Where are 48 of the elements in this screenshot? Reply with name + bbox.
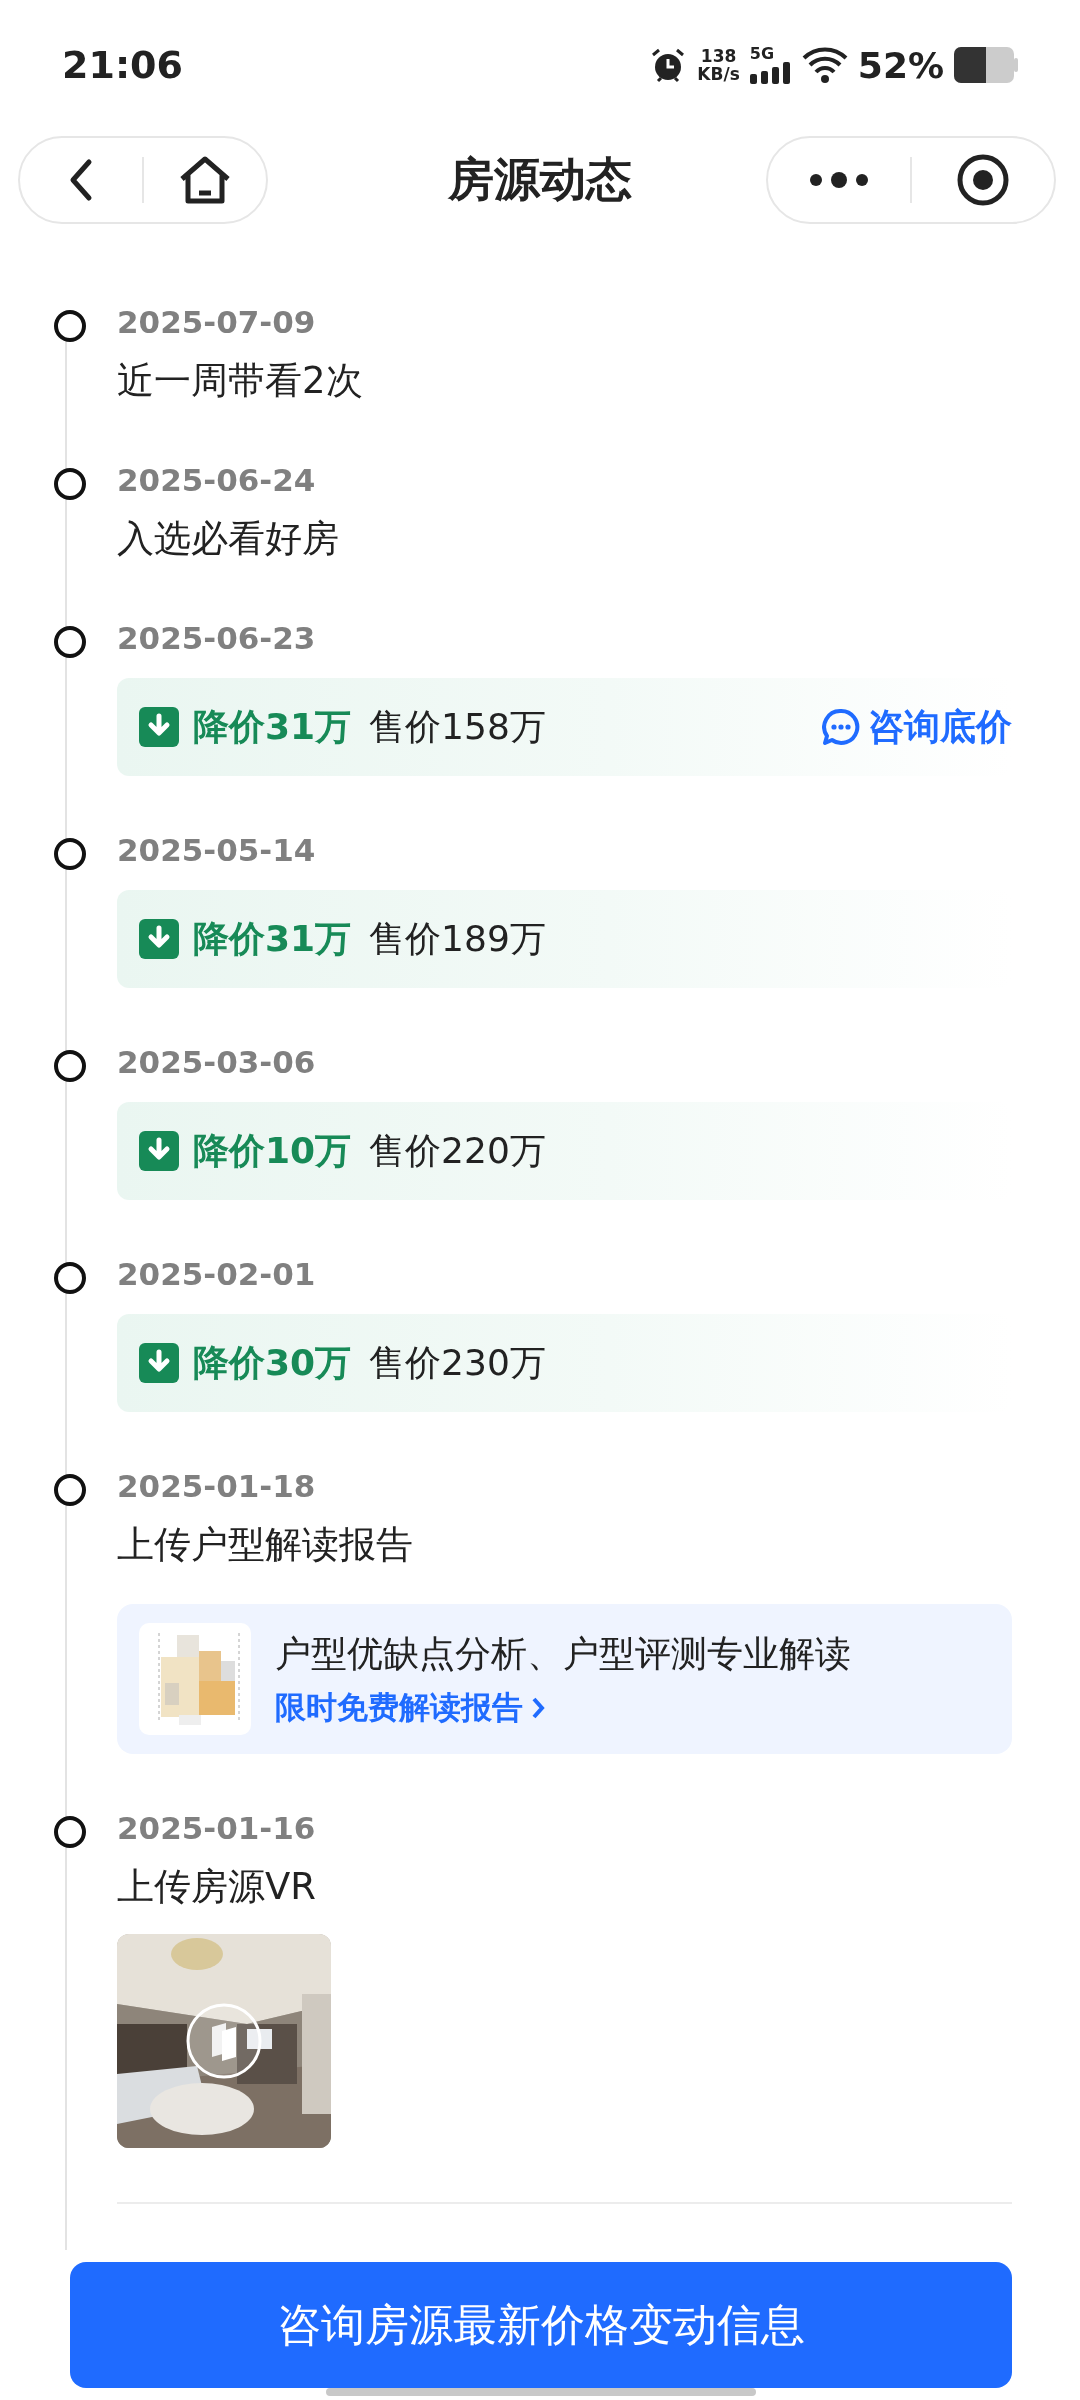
event-date: 2025-06-23 xyxy=(117,619,316,658)
consult-link[interactable]: 咨询底价 xyxy=(822,702,1012,752)
report-link[interactable]: 限时免费解读报告 xyxy=(275,1686,545,1729)
timeline-dot xyxy=(54,1050,86,1082)
home-icon xyxy=(178,155,232,205)
page-title: 房源动态 xyxy=(448,151,632,208)
chevron-right-icon xyxy=(531,1695,545,1720)
battery-icon xyxy=(954,47,1018,83)
chat-icon xyxy=(822,708,860,746)
price-drop: 降价30万 xyxy=(193,1340,352,1385)
price-drop: 降价10万 xyxy=(193,1128,352,1173)
speed-value: 138 xyxy=(700,47,737,65)
battery-percent: 52% xyxy=(857,44,944,86)
consult-button[interactable]: 咨询房源最新价格变动信息 xyxy=(70,2262,1012,2388)
back-icon xyxy=(69,158,93,202)
sale-price: 售价220万 xyxy=(369,1128,547,1173)
report-description: 户型优缺点分析、户型评测专业解读 xyxy=(275,1631,851,1676)
timeline-dot xyxy=(54,1474,86,1506)
timeline-dot xyxy=(54,310,86,342)
speed-unit: KB/s xyxy=(697,65,740,83)
event-title: 近一周带看2次 xyxy=(117,358,363,404)
event-date: 2025-07-09 xyxy=(117,303,316,342)
sale-price: 售价230万 xyxy=(369,1340,547,1385)
timeline-dot xyxy=(54,1262,86,1294)
sale-price: 售价158万 xyxy=(369,704,547,749)
timeline-dot xyxy=(54,838,86,870)
target-icon xyxy=(956,153,1010,207)
event-date: 2025-05-14 xyxy=(117,831,316,870)
timeline-dot xyxy=(54,626,86,658)
price-drop: 降价31万 xyxy=(193,704,352,749)
event-date: 2025-01-16 xyxy=(117,1809,316,1848)
vr-icon[interactable] xyxy=(184,2001,264,2081)
event-title: 上传房源VR xyxy=(117,1864,317,1910)
event-title: 上传户型解读报告 xyxy=(117,1522,413,1568)
event-date: 2025-01-18 xyxy=(117,1467,316,1506)
network-type: 5G xyxy=(749,46,776,62)
signal-icon xyxy=(749,62,792,84)
more-icon xyxy=(809,172,869,188)
wifi-icon xyxy=(801,46,848,84)
price-drop: 降价31万 xyxy=(193,916,352,961)
clock-time: 21:06 xyxy=(62,43,184,87)
event-date: 2025-06-24 xyxy=(117,461,316,500)
timeline-dot xyxy=(54,468,86,500)
event-title: 入选必看好房 xyxy=(117,516,339,562)
event-date: 2025-02-01 xyxy=(117,1255,316,1294)
timeline-dot xyxy=(54,1816,86,1848)
event-date: 2025-03-06 xyxy=(117,1043,316,1082)
sale-price: 售价189万 xyxy=(369,916,547,961)
